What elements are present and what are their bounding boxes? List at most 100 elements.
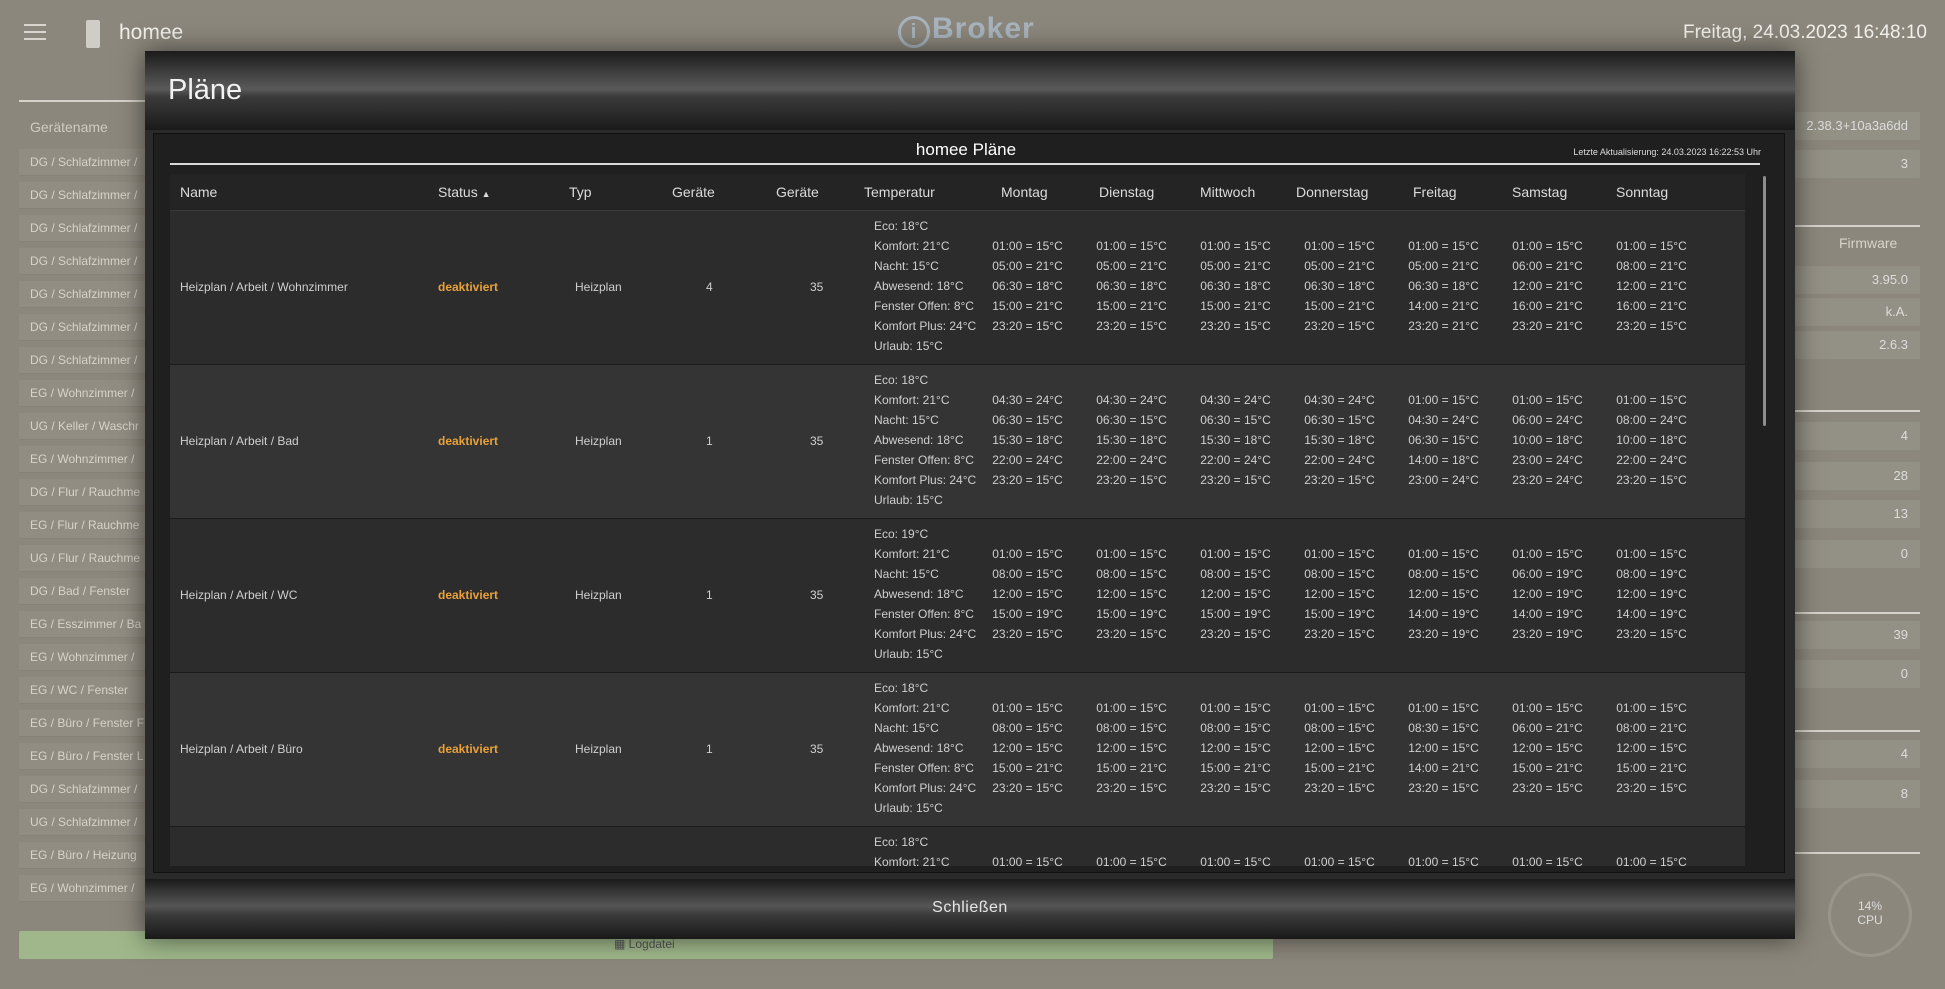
schedule-entry: 14:00 = 19°C	[1616, 607, 1687, 621]
col-devices-2[interactable]: Geräte	[776, 174, 819, 210]
device-row[interactable]: DG / Flur / Rauchme	[19, 479, 145, 506]
schedule-entry: 01:00 = 15°C	[1096, 701, 1167, 715]
cell-name: Heizplan / Arbeit / Wohnzimmer	[180, 280, 348, 294]
schedule-entry: 15:00 = 19°C	[1304, 607, 1375, 621]
device-row[interactable]: DG / Schlafzimmer /	[19, 281, 145, 308]
cell-temperatures: Eco: 18°C Komfort: 21°C	[874, 832, 950, 866]
cell-temperatures: Eco: 18°C Komfort: 21°C Nacht: 15°C Abwesen…	[874, 216, 976, 356]
schedule-entry: 05:00 = 21°C	[1304, 259, 1375, 273]
device-row[interactable]: UG / Keller / Waschr	[19, 413, 145, 440]
schedule-entry: 15:00 = 21°C	[1304, 299, 1375, 313]
schedule-entry: 12:00 = 15°C	[1096, 587, 1167, 601]
device-row[interactable]: DG / Schlafzimmer /	[19, 215, 145, 242]
schedule-entry: 12:00 = 15°C	[1408, 741, 1479, 755]
schedule-entry: 08:00 = 15°C	[992, 567, 1063, 581]
schedule-entry: 12:00 = 19°C	[1512, 587, 1583, 601]
temperature-line: Komfort: 21°C	[874, 701, 950, 715]
col-temperature[interactable]: Temperatur	[864, 174, 935, 210]
col-status[interactable]: Status ▲	[438, 174, 491, 212]
divider	[1795, 730, 1920, 732]
device-row[interactable]: EG / WC / Fenster	[19, 677, 145, 704]
schedule-entry: 06:00 = 21°C	[1512, 721, 1583, 735]
temperature-line: Nacht: 15°C	[874, 721, 939, 735]
schedule-entry: 01:00 = 15°C	[1304, 855, 1375, 866]
col-type[interactable]: Typ	[569, 174, 592, 210]
divider	[1795, 852, 1920, 854]
schedule-entry: 06:30 = 18°C	[1304, 279, 1375, 293]
schedule-entry: 01:00 = 15°C	[1200, 855, 1271, 866]
table-row[interactable]: Heizplan / Arbeit / Wohnzimmer deaktivier…	[170, 211, 1745, 365]
device-row[interactable]: EG / Esszimmer / Ba	[19, 611, 145, 638]
device-row[interactable]: UG / Schlafzimmer /	[19, 809, 145, 836]
schedule-entry: 01:00 = 15°C	[1616, 701, 1687, 715]
table-scrollbar[interactable]	[1763, 176, 1766, 426]
schedule-entry: 08:30 = 15°C	[1408, 721, 1479, 735]
schedule-entry: 01:00 = 15°C	[1096, 855, 1167, 866]
temperature-line: Fenster Offen: 8°C	[874, 299, 974, 313]
temperature-line: Eco: 18°C	[874, 373, 929, 387]
hamburger-menu-icon[interactable]	[24, 24, 46, 40]
table-row[interactable]: Heizplan / Arbeit / Bad deaktiviert Heizpl…	[170, 365, 1745, 519]
schedule-entry: 08:00 = 15°C	[992, 721, 1063, 735]
col-saturday[interactable]: Samstag	[1512, 174, 1567, 210]
device-row[interactable]: DG / Schlafzimmer /	[19, 182, 145, 209]
device-row[interactable]: EG / Büro / Fenster F	[19, 710, 145, 737]
cell-type: Heizplan	[575, 434, 622, 448]
table-row[interactable]: Heizplan / Arbeit / WC deaktiviert Heizpla…	[170, 519, 1745, 673]
close-button[interactable]: Schließen	[145, 899, 1795, 917]
cell-day-schedule: 01:00 = 15°C	[1292, 852, 1387, 866]
device-row[interactable]: DG / Schlafzimmer /	[19, 248, 145, 275]
table-row[interactable]: Heizplan / Arbeit / Büro deaktiviert Heizp…	[170, 673, 1745, 827]
device-row[interactable]: EG / Wohnzimmer /	[19, 446, 145, 473]
schedule-entry: 05:00 = 21°C	[992, 259, 1063, 273]
schedule-entry: 01:00 = 15°C	[1512, 855, 1583, 866]
schedule-entry: 23:20 = 15°C	[1616, 473, 1687, 487]
device-row[interactable]: EG / Flur / Rauchme	[19, 512, 145, 539]
col-wednesday[interactable]: Mittwoch	[1200, 174, 1255, 210]
device-row[interactable]: DG / Schlafzimmer /	[19, 314, 145, 341]
schedule-entry: 23:20 = 15°C	[1512, 781, 1583, 795]
schedule-entry: 16:00 = 21°C	[1512, 299, 1583, 313]
schedule-entry: 01:00 = 15°C	[1408, 855, 1479, 866]
schedule-entry: 23:20 = 19°C	[1408, 627, 1479, 641]
col-sunday[interactable]: Sonntag	[1616, 174, 1668, 210]
table-row[interactable]: Eco: 18°C Komfort: 21°C 01:00 = 15°C 01:00 …	[170, 827, 1745, 866]
device-row[interactable]: EG / Wohnzimmer /	[19, 644, 145, 671]
col-name[interactable]: Name	[180, 174, 217, 210]
schedule-entry: 15:30 = 18°C	[1304, 433, 1375, 447]
temperature-line: Urlaub: 15°C	[874, 339, 943, 353]
col-friday[interactable]: Freitag	[1413, 174, 1457, 210]
col-tuesday[interactable]: Dienstag	[1099, 174, 1154, 210]
col-thursday[interactable]: Donnerstag	[1296, 174, 1368, 210]
device-row[interactable]: EG / Büro / Fenster L	[19, 743, 145, 770]
device-row[interactable]: DG / Schlafzimmer /	[19, 347, 145, 374]
device-row[interactable]: DG / Bad / Fenster	[19, 578, 145, 605]
schedule-entry: 01:00 = 15°C	[1408, 547, 1479, 561]
col-devices[interactable]: Geräte	[672, 174, 715, 210]
cell-devices: 1	[706, 742, 713, 756]
schedule-entry: 12:00 = 15°C	[1304, 587, 1375, 601]
device-row[interactable]: UG / Flur / Rauchme	[19, 545, 145, 572]
device-row[interactable]: DG / Schlafzimmer /	[19, 149, 145, 176]
schedule-entry: 23:20 = 21°C	[1408, 319, 1479, 333]
dialog-header: Pläne	[145, 51, 1795, 130]
schedule-entry: 06:30 = 15°C	[992, 413, 1063, 427]
schedule-entry: 15:00 = 21°C	[992, 761, 1063, 775]
cell-day-schedule: 01:00 = 15°C 08:00 = 15°C 12:00 = 15°C 15:0…	[980, 544, 1075, 644]
schedule-entry: 04:30 = 24°C	[1408, 413, 1479, 427]
cell-status: deaktiviert	[438, 742, 499, 756]
schedule-entry: 01:00 = 15°C	[1408, 701, 1479, 715]
device-row[interactable]: EG / Wohnzimmer /	[19, 380, 145, 407]
device-row[interactable]: EG / Wohnzimmer /	[19, 875, 145, 902]
schedule-entry: 06:30 = 15°C	[1096, 413, 1167, 427]
schedule-entry: 15:30 = 18°C	[992, 433, 1063, 447]
cell-devices-2: 35	[810, 588, 824, 602]
schedule-entry: 12:00 = 15°C	[992, 587, 1063, 601]
col-monday[interactable]: Montag	[1001, 174, 1048, 210]
device-row[interactable]: DG / Schlafzimmer /	[19, 776, 145, 803]
temperature-line: Fenster Offen: 8°C	[874, 607, 974, 621]
cell-day-schedule: 01:00 = 15°C 08:00 = 21°C 12:00 = 21°C 16:0…	[1604, 236, 1699, 336]
schedule-entry: 23:20 = 15°C	[1200, 781, 1271, 795]
schedule-entry: 23:20 = 15°C	[1408, 781, 1479, 795]
device-row[interactable]: EG / Büro / Heizung	[19, 842, 145, 869]
